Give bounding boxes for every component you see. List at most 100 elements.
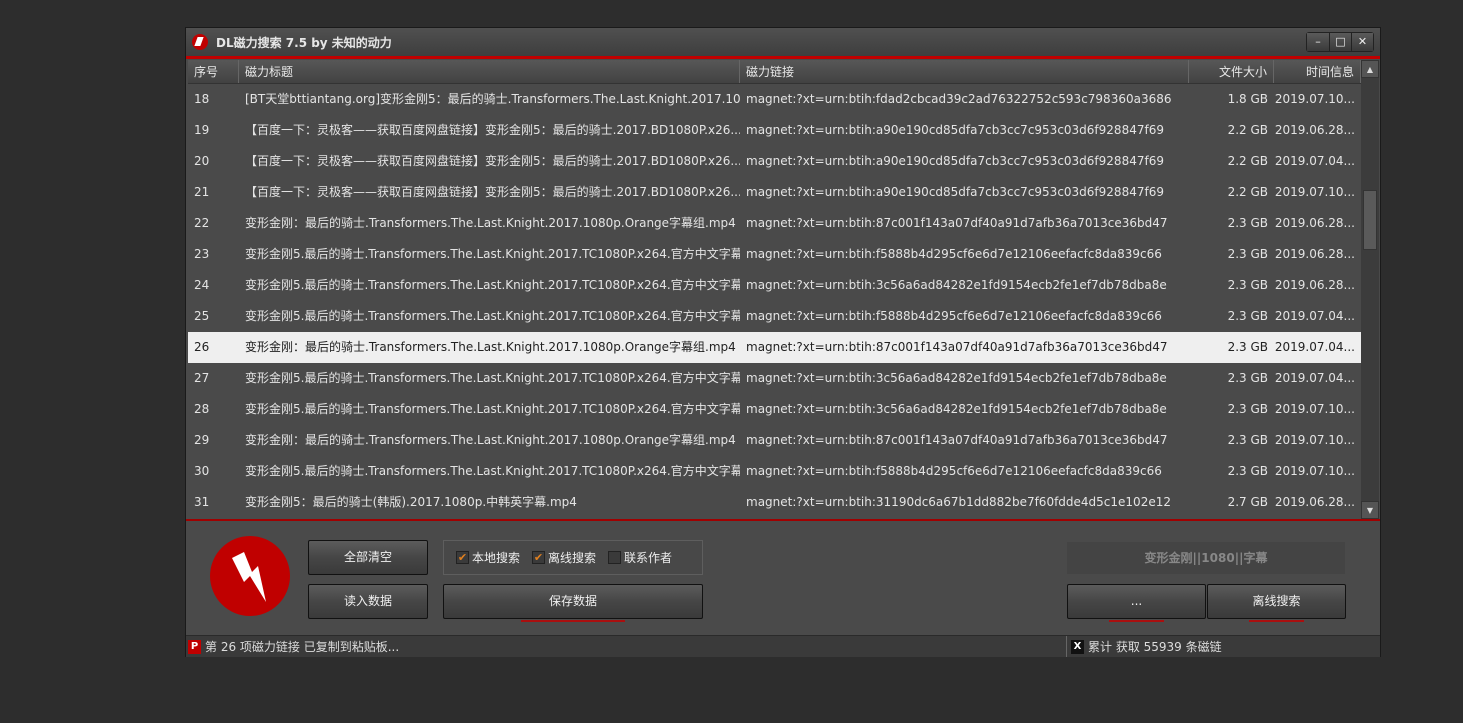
- close-button[interactable]: ✕: [1351, 33, 1373, 51]
- cell-size: 2.2 GB: [1227, 185, 1268, 199]
- table-row[interactable]: 29 变形金刚：最后的骑士.Transformers.The.Last.Knigh…: [188, 425, 1361, 456]
- cell-id: 18: [194, 92, 210, 106]
- table-row[interactable]: 28 变形金刚5.最后的骑士.Transformers.The.Last.Knig…: [188, 394, 1361, 425]
- offline-search-checkbox[interactable]: ✔ 离线搜索: [532, 549, 596, 566]
- cell-magnet: magnet:?xt=urn:btih:f5888b4d295cf6e6d7e1…: [746, 247, 1162, 261]
- status-message: 第 26 项磁力链接 已复制到粘贴板...: [205, 640, 400, 654]
- cell-id: 19: [194, 123, 210, 137]
- cell-id: 31: [194, 495, 210, 509]
- table-row[interactable]: 22 变形金刚：最后的骑士.Transformers.The.Last.Knigh…: [188, 208, 1361, 239]
- table-row[interactable]: 19 【百度一下：灵极客——获取百度网盘链接】变形金刚5：最后的骑士.2017.B…: [188, 115, 1361, 146]
- status-count: 累计 获取 55939 条磁链: [1088, 640, 1222, 654]
- cell-id: 21: [194, 185, 210, 199]
- window-title: DL磁力搜索 7.5 by 未知的动力: [216, 35, 392, 50]
- app-logo-lightning-icon: [210, 536, 290, 616]
- table-header: 序号 磁力标题 磁力链接 文件大小 时间信息: [188, 60, 1361, 84]
- app-window: DL磁力搜索 7.5 by 未知的动力 – □ ✕ 序号 磁力标题 磁力链接 文…: [185, 27, 1381, 657]
- cell-time: 2019.07.10...: [1274, 464, 1355, 478]
- cell-size: 2.3 GB: [1227, 464, 1268, 478]
- cell-title: 【百度一下：灵极客——获取百度网盘链接】变形金刚5：最后的骑士.2017.BD1…: [245, 185, 740, 199]
- scroll-up-icon[interactable]: ▲: [1361, 60, 1379, 78]
- cell-size: 2.7 GB: [1227, 495, 1268, 509]
- cell-id: 29: [194, 433, 210, 447]
- local-search-checkbox[interactable]: ✔ 本地搜索: [456, 549, 520, 566]
- cell-size: 2.2 GB: [1227, 154, 1268, 168]
- offline-search-button[interactable]: 离线搜索: [1207, 584, 1346, 622]
- save-data-button[interactable]: 保存数据: [443, 584, 703, 622]
- cell-title: 变形金刚：最后的骑士.Transformers.The.Last.Knight.…: [245, 216, 736, 230]
- search-options: ✔ 本地搜索 ✔ 离线搜索 联系作者: [443, 540, 703, 575]
- cell-time: 2019.07.10...: [1274, 402, 1355, 416]
- table-row[interactable]: 27 变形金刚5.最后的骑士.Transformers.The.Last.Knig…: [188, 363, 1361, 394]
- table-row[interactable]: 21 【百度一下：灵极客——获取百度网盘链接】变形金刚5：最后的骑士.2017.B…: [188, 177, 1361, 208]
- cell-id: 25: [194, 309, 210, 323]
- cell-title: 变形金刚5：最后的骑士(韩版).2017.1080p.中韩英字幕.mp4: [245, 495, 577, 509]
- vertical-scrollbar[interactable]: ▲ ▼: [1361, 60, 1379, 519]
- cell-time: 2019.07.10...: [1274, 92, 1355, 106]
- title-bar[interactable]: DL磁力搜索 7.5 by 未知的动力 – □ ✕: [186, 28, 1380, 56]
- cell-title: 【百度一下：灵极客——获取百度网盘链接】变形金刚5：最后的骑士.2017.BD1…: [245, 154, 740, 168]
- cell-magnet: magnet:?xt=urn:btih:a90e190cd85dfa7cb3cc…: [746, 123, 1164, 137]
- cell-time: 2019.07.04...: [1274, 309, 1355, 323]
- cell-size: 2.3 GB: [1227, 278, 1268, 292]
- cell-id: 22: [194, 216, 210, 230]
- cell-magnet: magnet:?xt=urn:btih:f5888b4d295cf6e6d7e1…: [746, 464, 1162, 478]
- keyword-input[interactable]: 变形金刚||1080||字幕: [1067, 542, 1345, 574]
- results-table: 序号 磁力标题 磁力链接 文件大小 时间信息 18 [BT天堂bttiantang…: [188, 60, 1361, 519]
- clear-all-button[interactable]: 全部清空: [308, 540, 428, 575]
- cell-magnet: magnet:?xt=urn:btih:a90e190cd85dfa7cb3cc…: [746, 154, 1164, 168]
- cell-id: 26: [194, 340, 210, 354]
- cell-title: [BT天堂bttiantang.org]变形金刚5：最后的骑士.Transfor…: [245, 92, 740, 106]
- cell-title: 变形金刚5.最后的骑士.Transformers.The.Last.Knight…: [245, 371, 740, 385]
- contact-author-checkbox[interactable]: 联系作者: [608, 549, 672, 566]
- table-row[interactable]: 25 变形金刚5.最后的骑士.Transformers.The.Last.Knig…: [188, 301, 1361, 332]
- cell-size: 2.3 GB: [1227, 402, 1268, 416]
- cell-title: 变形金刚5.最后的骑士.Transformers.The.Last.Knight…: [245, 402, 740, 416]
- table-row[interactable]: 20 【百度一下：灵极客——获取百度网盘链接】变形金刚5：最后的骑士.2017.B…: [188, 146, 1361, 177]
- cell-id: 23: [194, 247, 210, 261]
- cell-time: 2019.06.28...: [1274, 278, 1355, 292]
- cell-title: 变形金刚：最后的骑士.Transformers.The.Last.Knight.…: [245, 340, 736, 354]
- cell-magnet: magnet:?xt=urn:btih:a90e190cd85dfa7cb3cc…: [746, 185, 1164, 199]
- cell-size: 2.3 GB: [1227, 371, 1268, 385]
- column-header-index[interactable]: 序号: [188, 60, 239, 83]
- scroll-thumb[interactable]: [1363, 190, 1377, 250]
- cell-title: 变形金刚5.最后的骑士.Transformers.The.Last.Knight…: [245, 278, 740, 292]
- cell-size: 1.8 GB: [1227, 92, 1268, 106]
- cell-title: 变形金刚5.最后的骑士.Transformers.The.Last.Knight…: [245, 247, 740, 261]
- scroll-down-icon[interactable]: ▼: [1361, 501, 1379, 519]
- cell-time: 2019.06.28...: [1274, 216, 1355, 230]
- column-header-size[interactable]: 文件大小: [1189, 60, 1274, 83]
- maximize-button[interactable]: □: [1329, 33, 1351, 51]
- table-row[interactable]: 24 变形金刚5.最后的骑士.Transformers.The.Last.Knig…: [188, 270, 1361, 301]
- table-row[interactable]: 18 [BT天堂bttiantang.org]变形金刚5：最后的骑士.Transf…: [188, 84, 1361, 115]
- cell-magnet: magnet:?xt=urn:btih:31190dc6a67b1dd882be…: [746, 495, 1171, 509]
- cell-title: 变形金刚5.最后的骑士.Transformers.The.Last.Knight…: [245, 309, 740, 323]
- divider: [186, 56, 1380, 59]
- table-row[interactable]: 23 变形金刚5.最后的骑士.Transformers.The.Last.Knig…: [188, 239, 1361, 270]
- table-row[interactable]: 31 变形金刚5：最后的骑士(韩版).2017.1080p.中韩英字幕.mp4 ma…: [188, 487, 1361, 518]
- checkbox-icon[interactable]: ✔: [456, 551, 469, 564]
- minimize-button[interactable]: –: [1307, 33, 1329, 51]
- cell-time: 2019.06.28...: [1274, 495, 1355, 509]
- table-row[interactable]: 30 变形金刚5.最后的骑士.Transformers.The.Last.Knig…: [188, 456, 1361, 487]
- column-header-title[interactable]: 磁力标题: [239, 60, 740, 83]
- cell-size: 2.3 GB: [1227, 216, 1268, 230]
- cell-size: 2.3 GB: [1227, 309, 1268, 323]
- load-data-button[interactable]: 读入数据: [308, 584, 428, 619]
- checkbox-icon[interactable]: ✔: [532, 551, 546, 564]
- column-header-magnet[interactable]: 磁力链接: [740, 60, 1189, 83]
- cell-size: 2.2 GB: [1227, 123, 1268, 137]
- cell-magnet: magnet:?xt=urn:btih:3c56a6ad84282e1fd915…: [746, 402, 1167, 416]
- table-row[interactable]: 26 变形金刚：最后的骑士.Transformers.The.Last.Knigh…: [188, 332, 1361, 363]
- status-bar: P 第 26 项磁力链接 已复制到粘贴板... X 累计 获取 55939 条磁链: [186, 635, 1380, 657]
- cell-time: 2019.06.28...: [1274, 247, 1355, 261]
- more-button[interactable]: ...: [1067, 584, 1206, 622]
- column-header-time[interactable]: 时间信息: [1274, 60, 1361, 83]
- checkbox-icon[interactable]: [608, 551, 622, 564]
- cell-title: 变形金刚：最后的骑士.Transformers.The.Last.Knight.…: [245, 433, 736, 447]
- cell-id: 27: [194, 371, 210, 385]
- cell-size: 2.3 GB: [1227, 340, 1268, 354]
- cell-magnet: magnet:?xt=urn:btih:3c56a6ad84282e1fd915…: [746, 278, 1167, 292]
- cell-title: 变形金刚5.最后的骑士.Transformers.The.Last.Knight…: [245, 464, 740, 478]
